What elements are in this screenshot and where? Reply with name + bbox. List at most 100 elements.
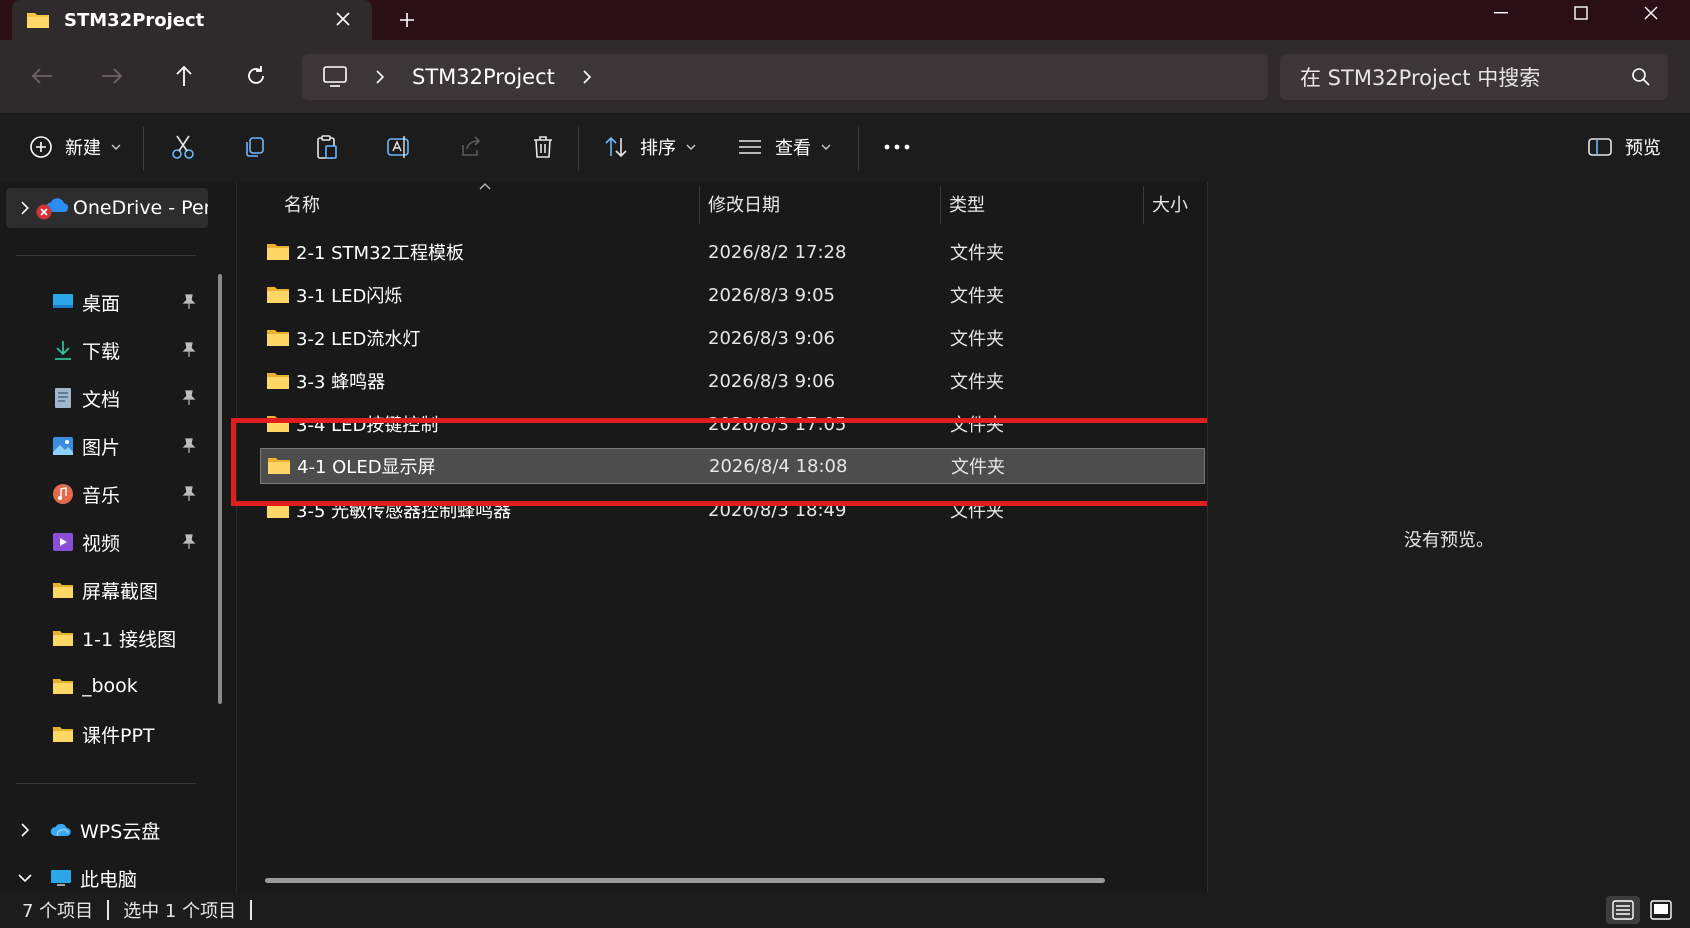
- sidebar-item-music[interactable]: 音乐: [0, 474, 220, 514]
- sidebar-item-pictures[interactable]: 图片: [0, 426, 220, 466]
- sidebar-item-downloads[interactable]: 下载: [0, 330, 220, 370]
- file-type: 文件夹: [950, 329, 1004, 350]
- pin-icon[interactable]: [182, 294, 196, 310]
- column-separator[interactable]: [1143, 186, 1144, 224]
- up-button[interactable]: [164, 56, 204, 96]
- chevron-right-icon[interactable]: [581, 69, 593, 85]
- breadcrumb-stm32project[interactable]: STM32Project: [412, 65, 555, 89]
- column-header-modified[interactable]: 修改日期: [708, 182, 780, 226]
- share-button[interactable]: [448, 124, 494, 170]
- details-view-button[interactable]: [1606, 896, 1640, 924]
- command-bar: 新建 排序 查看 预览: [0, 112, 1690, 182]
- tab-stm32project[interactable]: STM32Project: [12, 0, 372, 40]
- close-tab-button[interactable]: [328, 4, 358, 34]
- file-row[interactable]: 3-2 LED流水灯 2026/8/3 9:06 文件夹: [260, 320, 1204, 356]
- sidebar-item-book[interactable]: _book: [0, 666, 220, 706]
- view-button[interactable]: 查看: [734, 124, 834, 170]
- file-row[interactable]: 3-1 LED闪烁 2026/8/3 9:05 文件夹: [260, 277, 1204, 313]
- sidebar-item-wps-cloud[interactable]: WPS云盘: [0, 810, 220, 850]
- sidebar-item-desktop[interactable]: 桌面: [0, 282, 220, 322]
- chevron-right-icon[interactable]: [20, 823, 30, 837]
- toolbar-divider: [858, 127, 859, 171]
- column-header-name[interactable]: 名称: [284, 182, 320, 226]
- file-row[interactable]: 3-4 LED按键控制 2026/8/3 17:05 文件夹: [260, 406, 1204, 442]
- column-header-size[interactable]: 大小: [1152, 182, 1188, 226]
- sidebar-scrollbar[interactable]: [218, 274, 222, 704]
- paste-icon: [317, 135, 337, 159]
- column-size-label: 大小: [1152, 195, 1188, 216]
- copy-button[interactable]: [232, 124, 278, 170]
- pictures-icon: [53, 437, 73, 455]
- pin-icon[interactable]: [182, 486, 196, 502]
- share-icon: [462, 136, 481, 156]
- minimize-button[interactable]: [1474, 0, 1528, 26]
- folder-icon: [267, 287, 289, 303]
- sidebar-item-screenshots[interactable]: 屏幕截图: [0, 570, 220, 610]
- arrow-right-icon: [102, 68, 123, 84]
- search-icon: [1632, 68, 1650, 86]
- sidebar-item-label: WPS云盘: [80, 820, 161, 843]
- file-type: 文件夹: [950, 286, 1004, 307]
- status-separator: [107, 900, 110, 920]
- toolbar-divider: [143, 127, 144, 171]
- file-type: 文件夹: [950, 415, 1004, 436]
- chevron-right-icon[interactable]: [374, 69, 386, 85]
- status-bar: 7 个项目 选中 1 个项目: [0, 892, 1690, 928]
- chevron-right-icon[interactable]: [20, 201, 30, 215]
- toolbar-divider: [578, 127, 579, 171]
- column-header-type[interactable]: 类型: [949, 182, 985, 226]
- sidebar-item-label: 屏幕截图: [82, 580, 159, 603]
- column-separator[interactable]: [940, 186, 941, 224]
- rename-button[interactable]: [376, 124, 422, 170]
- cut-button[interactable]: [160, 124, 206, 170]
- paste-button[interactable]: [304, 124, 350, 170]
- view-button-label: 查看: [775, 138, 811, 159]
- large-icons-view-button[interactable]: [1644, 896, 1678, 924]
- scissors-icon: [172, 135, 194, 159]
- back-button[interactable]: [22, 56, 62, 96]
- file-row[interactable]: 2-1 STM32工程模板 2026/8/2 17:28 文件夹: [260, 234, 1204, 270]
- search-box[interactable]: 在 STM32Project 中搜索: [1280, 54, 1668, 100]
- trash-icon: [534, 136, 552, 158]
- download-icon: [55, 341, 71, 360]
- preview-button-label: 预览: [1625, 138, 1661, 159]
- chevron-down-icon: [111, 144, 121, 150]
- new-button-label: 新建: [65, 138, 101, 159]
- sidebar-item-onedrive[interactable]: OneDrive - Per: [6, 188, 208, 228]
- arrow-up-icon: [176, 65, 192, 86]
- file-row[interactable]: 3-5 光敏传感器控制蜂鸣器 2026/8/3 18:49 文件夹: [260, 492, 1204, 528]
- onedrive-icon: [36, 196, 69, 220]
- address-bar[interactable]: STM32Project: [302, 54, 1268, 100]
- new-button[interactable]: 新建: [20, 124, 130, 170]
- rename-icon: [387, 136, 409, 158]
- plus-circle-icon: [30, 136, 52, 158]
- refresh-button[interactable]: [236, 56, 276, 96]
- pin-icon[interactable]: [182, 390, 196, 406]
- sort-button[interactable]: 排序: [600, 124, 700, 170]
- forward-button[interactable]: [92, 56, 132, 96]
- folder-icon: [27, 13, 49, 28]
- close-window-button[interactable]: [1624, 0, 1678, 26]
- horizontal-scrollbar[interactable]: [265, 878, 1105, 883]
- more-options-button[interactable]: [874, 124, 920, 170]
- sidebar-item-wiring[interactable]: 1-1 接线图: [0, 618, 220, 658]
- preview-pane-button[interactable]: 预览: [1572, 124, 1676, 170]
- folder-icon: [53, 631, 73, 646]
- pin-icon[interactable]: [182, 534, 196, 550]
- sidebar-item-ppt[interactable]: 课件PPT: [0, 714, 220, 754]
- sidebar-item-label: 桌面: [82, 292, 121, 315]
- file-row-selected[interactable]: 4-1 OLED显示屏 2026/8/4 18:08 文件夹: [260, 448, 1205, 484]
- chevron-down-icon[interactable]: [18, 873, 32, 883]
- maximize-button[interactable]: [1554, 0, 1608, 26]
- close-icon: [1644, 6, 1658, 20]
- pin-icon[interactable]: [182, 438, 196, 454]
- delete-button[interactable]: [520, 124, 566, 170]
- pin-icon[interactable]: [182, 342, 196, 358]
- sidebar-item-documents[interactable]: 文档: [0, 378, 220, 418]
- sidebar-item-videos[interactable]: 视频: [0, 522, 220, 562]
- search-input[interactable]: 在 STM32Project 中搜索: [1300, 62, 1630, 92]
- file-row[interactable]: 3-3 蜂鸣器 2026/8/3 9:06 文件夹: [260, 363, 1204, 399]
- sidebar-item-label: 文档: [82, 388, 121, 411]
- new-tab-button[interactable]: [390, 3, 424, 37]
- column-separator[interactable]: [699, 186, 700, 224]
